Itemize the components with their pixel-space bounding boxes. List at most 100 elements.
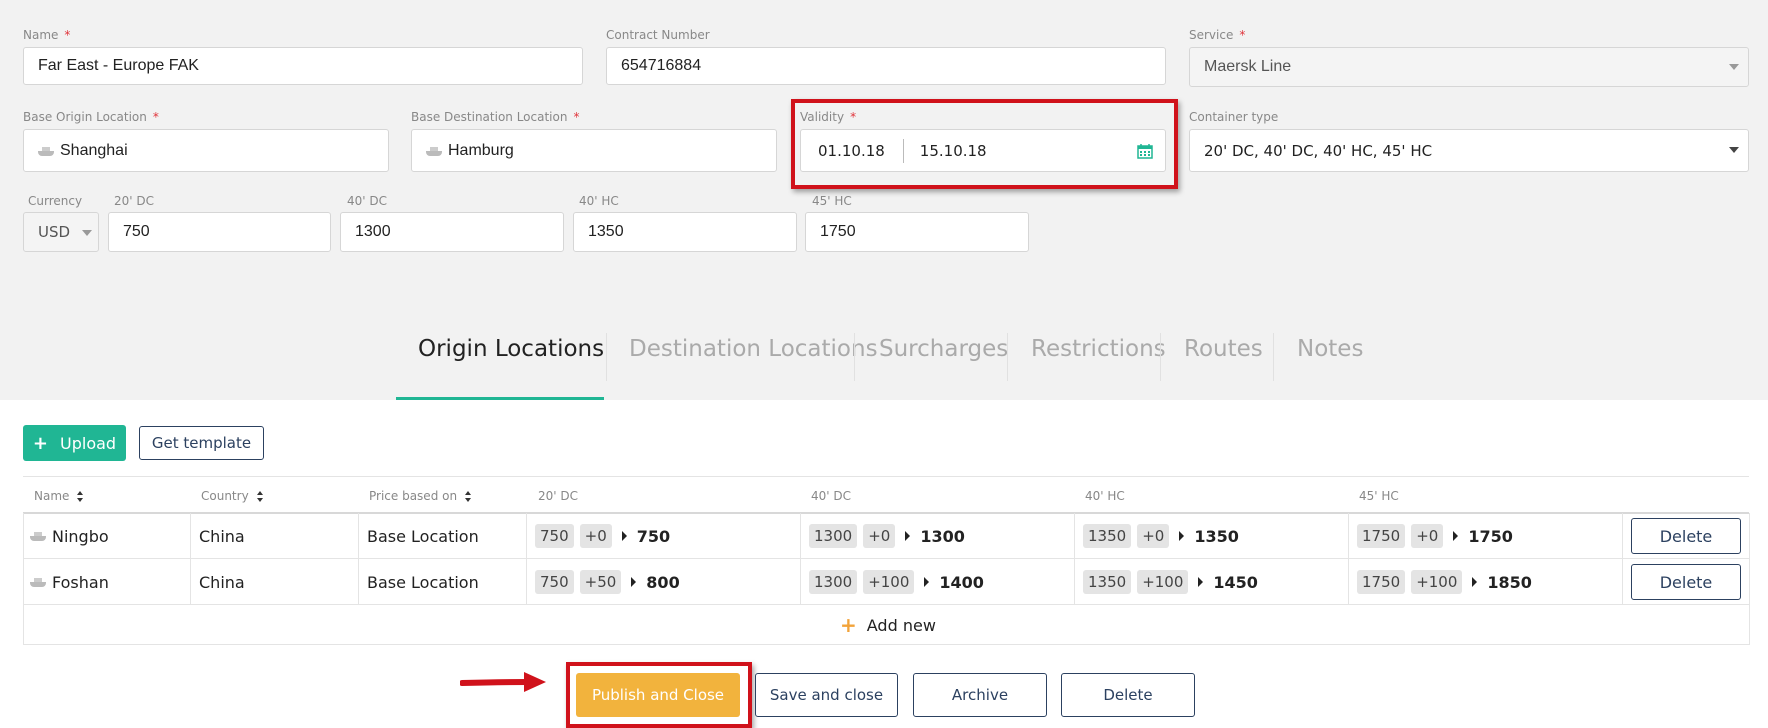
sort-icon — [77, 490, 84, 502]
sort-icon — [465, 490, 472, 502]
name-value: Far East - Europe FAK — [38, 57, 199, 74]
name-field[interactable]: Far East - Europe FAK — [23, 47, 583, 85]
ship-icon — [38, 146, 54, 156]
service-value: Maersk Line — [1204, 58, 1292, 75]
container-type-select[interactable]: 20' DC, 40' DC, 40' HC, 45' HC — [1189, 129, 1749, 172]
plus-icon: + — [32, 432, 49, 454]
row-divider — [23, 604, 1749, 605]
row-delete-button[interactable]: Delete — [1631, 518, 1741, 554]
ship-icon — [30, 577, 46, 587]
tab-destination-locations[interactable]: Destination Locations — [629, 336, 878, 362]
delete-button[interactable]: Delete — [1061, 673, 1195, 717]
tab-origin-locations[interactable]: Origin Locations — [418, 336, 604, 362]
tab-divider — [1007, 333, 1008, 381]
location-name-cell: Ningbo — [30, 514, 109, 558]
column-header-name[interactable]: Name — [34, 489, 84, 503]
price-40hc-cell: 1350 +100 1450 — [1083, 560, 1258, 604]
arrow-right-icon — [905, 531, 911, 541]
column-divider — [1074, 513, 1075, 605]
sort-icon — [256, 490, 264, 502]
currency-value: USD — [38, 223, 71, 241]
ship-icon — [30, 531, 46, 541]
rate-45hc-value: 1750 — [820, 223, 856, 240]
container-type-label: Container type — [1189, 110, 1279, 124]
get-template-button[interactable]: Get template — [139, 426, 264, 460]
currency-chevron-down-icon — [82, 230, 92, 236]
arrow-right-icon — [460, 672, 546, 692]
column-header-country[interactable]: Country — [201, 489, 264, 503]
contract-number-field[interactable]: 654716884 — [606, 47, 1166, 85]
tab-divider — [854, 333, 855, 381]
price-40dc-cell: 1300 +0 1300 — [809, 514, 965, 558]
rate-40dc-label: 40' DC — [347, 194, 388, 208]
base-origin-value: Shanghai — [60, 141, 128, 159]
row-delete-button[interactable]: Delete — [1631, 564, 1741, 600]
price-40hc-cell: 1350 +0 1350 — [1083, 514, 1239, 558]
country-cell: China — [199, 526, 245, 546]
column-divider — [358, 513, 359, 605]
country-cell: China — [199, 572, 245, 592]
contract-number-label: Contract Number — [606, 28, 710, 42]
column-divider — [1622, 513, 1623, 605]
base-origin-label: Base Origin Location * — [23, 110, 159, 124]
rate-40hc-field[interactable]: 1350 — [573, 212, 797, 252]
container-type-chevron-down-icon — [1729, 147, 1739, 153]
contract-number-value: 654716884 — [621, 57, 702, 74]
arrow-right-icon — [1453, 531, 1459, 541]
price-45hc-cell: 1750 +100 1850 — [1357, 560, 1532, 604]
price-20dc-cell: 750 +0 750 — [535, 514, 670, 558]
price-20dc-cell: 750 +50 800 — [535, 560, 680, 604]
column-header-45hc: 45' HC — [1359, 489, 1399, 503]
tab-divider — [1160, 333, 1161, 381]
table-bottom-border — [23, 644, 1749, 645]
service-label: Service * — [1189, 28, 1246, 42]
base-destination-value: Hamburg — [448, 141, 514, 159]
tab-divider — [606, 333, 607, 381]
tab-divider — [1273, 333, 1274, 381]
active-tab-indicator — [396, 397, 604, 400]
arrow-right-icon — [1179, 531, 1185, 541]
name-label: Name * — [23, 28, 71, 42]
location-name-cell: Foshan — [30, 560, 109, 604]
rate-20dc-field[interactable]: 750 — [108, 212, 331, 252]
row-divider — [23, 558, 1749, 559]
column-divider — [1348, 513, 1349, 605]
base-origin-field[interactable]: Shanghai — [23, 129, 389, 172]
tab-restrictions[interactable]: Restrictions — [1031, 336, 1166, 362]
base-destination-field[interactable]: Hamburg — [411, 129, 777, 172]
rate-40hc-value: 1350 — [588, 223, 624, 240]
column-divider — [526, 513, 527, 605]
service-select[interactable]: Maersk Line — [1189, 47, 1749, 87]
plus-icon: + — [840, 613, 857, 637]
price-40dc-cell: 1300 +100 1400 — [809, 560, 984, 604]
arrow-right-icon — [621, 531, 627, 541]
tab-surcharges[interactable]: Surcharges — [879, 336, 1008, 362]
service-chevron-down-icon — [1729, 64, 1739, 70]
rate-20dc-label: 20' DC — [114, 194, 155, 208]
rate-40hc-label: 40' HC — [579, 194, 619, 208]
rate-40dc-field[interactable]: 1300 — [340, 212, 564, 252]
column-header-40dc: 40' DC — [811, 489, 852, 503]
publish-highlight-box — [566, 662, 752, 728]
archive-button[interactable]: Archive — [913, 673, 1047, 717]
price-basis-cell: Base Location — [367, 526, 479, 546]
save-and-close-button[interactable]: Save and close — [755, 673, 898, 717]
tab-routes[interactable]: Routes — [1184, 336, 1263, 362]
arrow-right-icon — [924, 577, 930, 587]
column-divider — [190, 513, 191, 605]
arrow-right-icon — [631, 577, 637, 587]
table-top-border — [23, 476, 1749, 477]
ship-icon — [426, 146, 442, 156]
column-header-40hc: 40' HC — [1085, 489, 1125, 503]
column-header-20dc: 20' DC — [538, 489, 579, 503]
rate-45hc-field[interactable]: 1750 — [805, 212, 1029, 252]
add-new-button[interactable]: + Add new — [840, 606, 936, 644]
validity-highlight-box — [791, 99, 1178, 189]
column-header-price-basis[interactable]: Price based on — [369, 489, 472, 503]
column-divider — [800, 513, 801, 605]
currency-label: Currency — [28, 194, 83, 208]
rate-20dc-value: 750 — [123, 223, 150, 240]
column-divider — [23, 513, 24, 645]
upload-button[interactable]: + Upload — [23, 425, 126, 461]
tab-notes[interactable]: Notes — [1297, 336, 1363, 362]
